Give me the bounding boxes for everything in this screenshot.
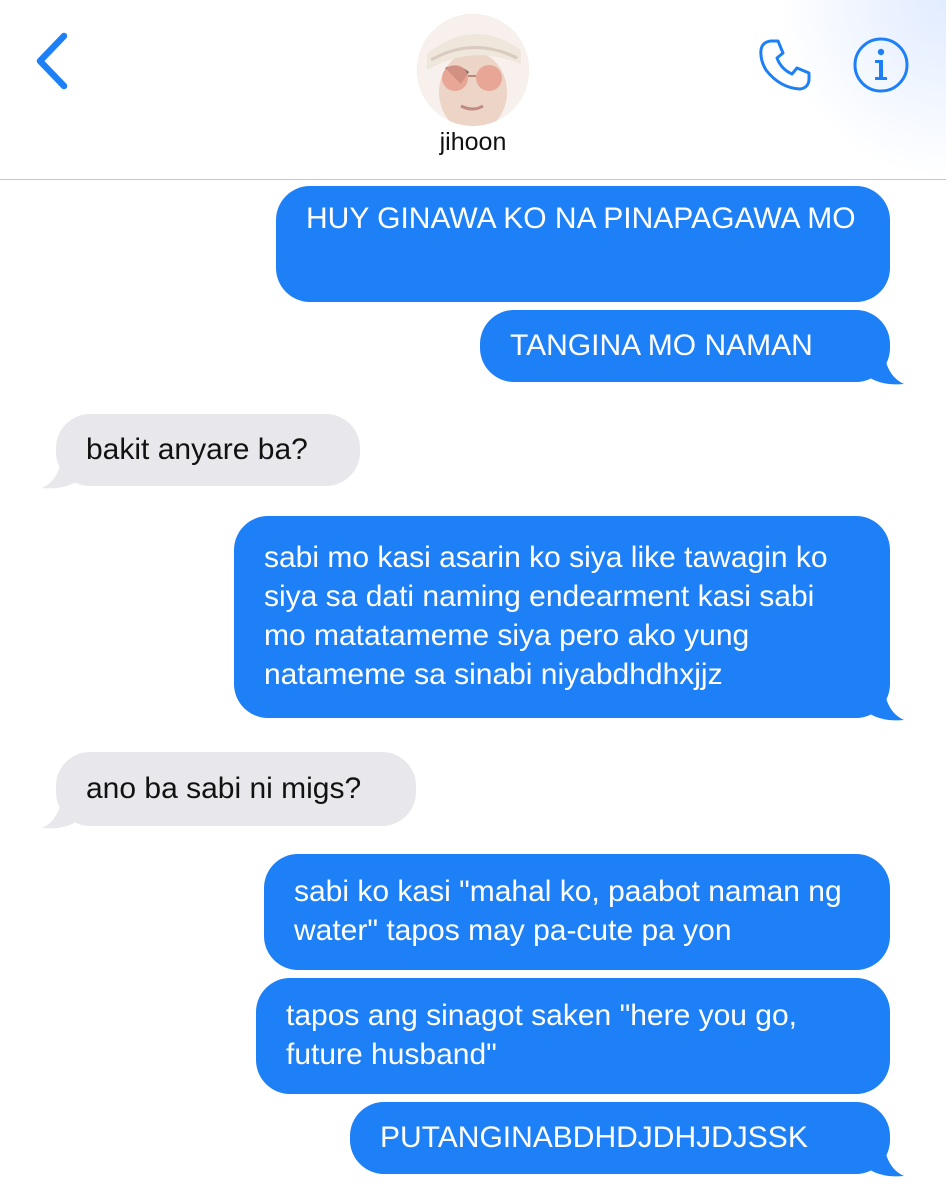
- info-icon: [853, 37, 909, 93]
- message-text: PUTANGINABDHDJDHJDJSSK: [380, 1121, 808, 1154]
- bubble-tail: [42, 794, 76, 829]
- sent-message-bubble[interactable]: sabi mo kasi asarin ko siya like tawagin…: [234, 516, 890, 718]
- call-button[interactable]: [756, 36, 814, 94]
- bubble-tail: [870, 1142, 904, 1177]
- message-text: HUY GINAWA KO NA PINAPAGAWA MO: [306, 202, 856, 235]
- phone-icon: [759, 39, 811, 91]
- avatar-photo: [417, 14, 529, 126]
- sent-message-bubble[interactable]: TANGINA MO NAMAN: [480, 310, 890, 382]
- contact-avatar[interactable]: [417, 14, 529, 126]
- message-text: tapos ang sinagot saken "here you go, fu…: [286, 999, 798, 1071]
- contact-name[interactable]: jihoon: [373, 126, 573, 158]
- message-text: TANGINA MO NAMAN: [510, 329, 813, 362]
- conversation-header: jihoon: [0, 0, 946, 180]
- bubble-tail: [870, 686, 904, 721]
- received-message-bubble[interactable]: ano ba sabi ni migs?: [56, 752, 416, 826]
- sent-message-bubble[interactable]: HUY GINAWA KO NA PINAPAGAWA MO: [276, 186, 890, 302]
- sent-message-bubble[interactable]: tapos ang sinagot saken "here you go, fu…: [256, 978, 890, 1094]
- back-button[interactable]: [28, 28, 78, 94]
- bubble-tail: [42, 454, 76, 489]
- message-text: bakit anyare ba?: [86, 433, 308, 466]
- bubble-tail: [870, 350, 904, 385]
- received-message-bubble[interactable]: bakit anyare ba?: [56, 414, 360, 486]
- message-text: sabi mo kasi asarin ko siya like tawagin…: [264, 541, 828, 691]
- sent-message-bubble[interactable]: sabi ko kasi "mahal ko, paabot naman ng …: [264, 854, 890, 970]
- chevron-left-icon: [36, 32, 68, 90]
- message-text: sabi ko kasi "mahal ko, paabot naman ng …: [294, 875, 842, 947]
- sent-message-bubble[interactable]: PUTANGINABDHDJDHJDJSSK: [350, 1102, 890, 1174]
- info-button[interactable]: [852, 36, 910, 94]
- message-text: ano ba sabi ni migs?: [86, 772, 362, 805]
